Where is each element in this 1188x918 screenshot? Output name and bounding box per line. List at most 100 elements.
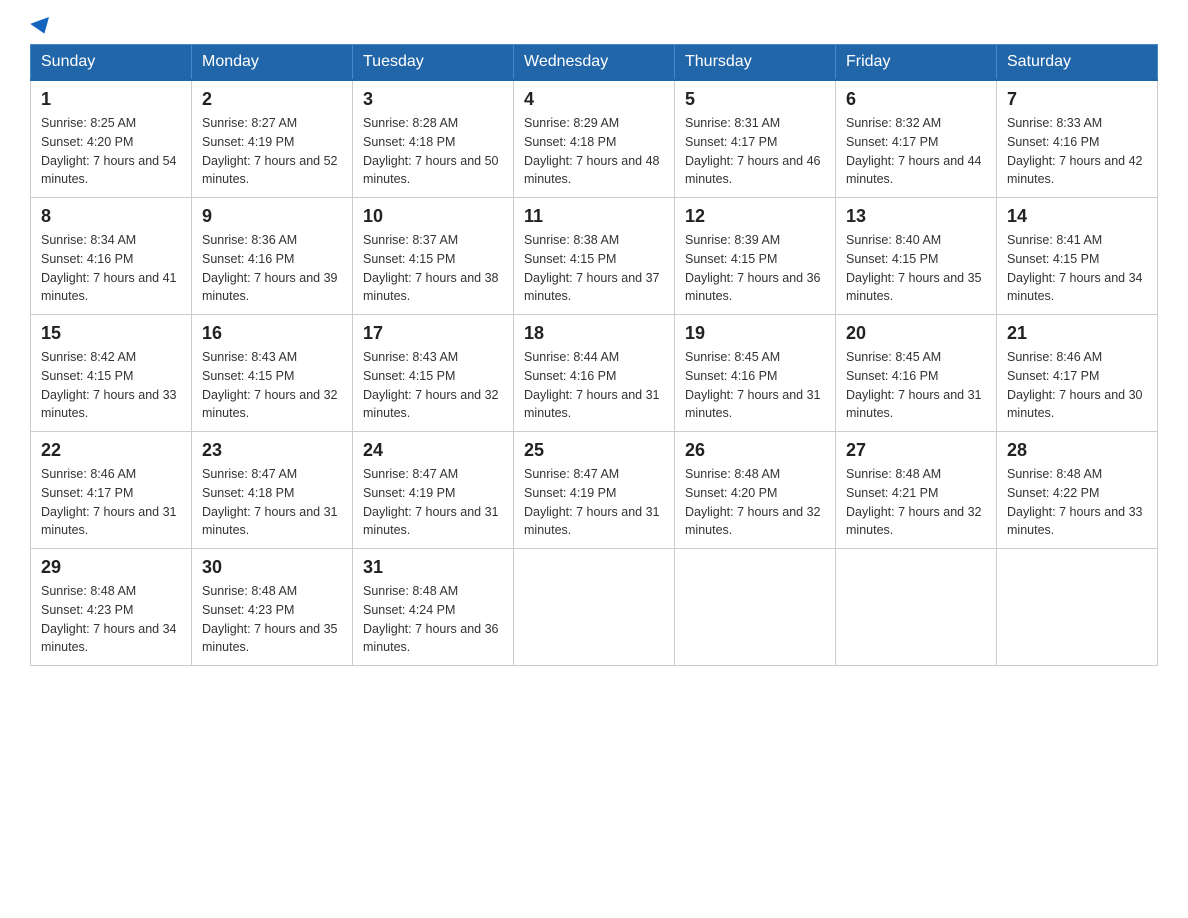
- calendar-cell: 26 Sunrise: 8:48 AMSunset: 4:20 PMDayligh…: [675, 432, 836, 549]
- day-info: Sunrise: 8:48 AMSunset: 4:23 PMDaylight:…: [41, 582, 181, 657]
- day-number: 5: [685, 89, 825, 110]
- day-info: Sunrise: 8:40 AMSunset: 4:15 PMDaylight:…: [846, 231, 986, 306]
- day-number: 9: [202, 206, 342, 227]
- day-info: Sunrise: 8:31 AMSunset: 4:17 PMDaylight:…: [685, 114, 825, 189]
- day-number: 13: [846, 206, 986, 227]
- day-info: Sunrise: 8:41 AMSunset: 4:15 PMDaylight:…: [1007, 231, 1147, 306]
- calendar-cell: 5 Sunrise: 8:31 AMSunset: 4:17 PMDaylight…: [675, 80, 836, 198]
- calendar-week-row: 15Sunrise: 8:42 AMSunset: 4:15 PMDayligh…: [31, 315, 1158, 432]
- weekday-header-friday: Friday: [836, 45, 997, 81]
- day-info: Sunrise: 8:46 AMSunset: 4:17 PMDaylight:…: [41, 465, 181, 540]
- weekday-header-saturday: Saturday: [997, 45, 1158, 81]
- day-number: 16: [202, 323, 342, 344]
- day-number: 8: [41, 206, 181, 227]
- day-info: Sunrise: 8:28 AMSunset: 4:18 PMDaylight:…: [363, 114, 503, 189]
- day-number: 26: [685, 440, 825, 461]
- day-number: 17: [363, 323, 503, 344]
- day-info: Sunrise: 8:32 AMSunset: 4:17 PMDaylight:…: [846, 114, 986, 189]
- calendar-cell: 9 Sunrise: 8:36 AMSunset: 4:16 PMDaylight…: [192, 198, 353, 315]
- day-info: Sunrise: 8:43 AMSunset: 4:15 PMDaylight:…: [363, 348, 503, 423]
- calendar-cell: 24 Sunrise: 8:47 AMSunset: 4:19 PMDayligh…: [353, 432, 514, 549]
- calendar-cell: 17 Sunrise: 8:43 AMSunset: 4:15 PMDayligh…: [353, 315, 514, 432]
- day-info: Sunrise: 8:47 AMSunset: 4:19 PMDaylight:…: [363, 465, 503, 540]
- day-number: 25: [524, 440, 664, 461]
- calendar-cell: 1 Sunrise: 8:25 AMSunset: 4:20 PMDaylight…: [31, 80, 192, 198]
- calendar-cell: [675, 549, 836, 666]
- day-number: 7: [1007, 89, 1147, 110]
- logo: [30, 20, 52, 34]
- day-info: Sunrise: 8:36 AMSunset: 4:16 PMDaylight:…: [202, 231, 342, 306]
- day-number: 24: [363, 440, 503, 461]
- calendar-cell: 10 Sunrise: 8:37 AMSunset: 4:15 PMDayligh…: [353, 198, 514, 315]
- day-info: Sunrise: 8:27 AMSunset: 4:19 PMDaylight:…: [202, 114, 342, 189]
- day-number: 4: [524, 89, 664, 110]
- calendar-cell: 19 Sunrise: 8:45 AMSunset: 4:16 PMDayligh…: [675, 315, 836, 432]
- calendar-cell: 18Sunrise: 8:44 AMSunset: 4:16 PMDayligh…: [514, 315, 675, 432]
- calendar-cell: 3Sunrise: 8:28 AMSunset: 4:18 PMDaylight…: [353, 80, 514, 198]
- calendar-cell: 21 Sunrise: 8:46 AMSunset: 4:17 PMDayligh…: [997, 315, 1158, 432]
- logo-triangle-icon: [30, 17, 54, 37]
- day-number: 10: [363, 206, 503, 227]
- calendar-cell: 2 Sunrise: 8:27 AMSunset: 4:19 PMDaylight…: [192, 80, 353, 198]
- calendar-week-row: 29 Sunrise: 8:48 AMSunset: 4:23 PMDayligh…: [31, 549, 1158, 666]
- day-info: Sunrise: 8:48 AMSunset: 4:22 PMDaylight:…: [1007, 465, 1147, 540]
- calendar-cell: 13 Sunrise: 8:40 AMSunset: 4:15 PMDayligh…: [836, 198, 997, 315]
- weekday-header-thursday: Thursday: [675, 45, 836, 81]
- day-number: 14: [1007, 206, 1147, 227]
- calendar-cell: 22 Sunrise: 8:46 AMSunset: 4:17 PMDayligh…: [31, 432, 192, 549]
- day-number: 12: [685, 206, 825, 227]
- day-number: 28: [1007, 440, 1147, 461]
- page-header: [30, 20, 1158, 34]
- day-info: Sunrise: 8:29 AMSunset: 4:18 PMDaylight:…: [524, 114, 664, 189]
- day-number: 11: [524, 206, 664, 227]
- calendar-week-row: 1 Sunrise: 8:25 AMSunset: 4:20 PMDaylight…: [31, 80, 1158, 198]
- day-info: Sunrise: 8:33 AMSunset: 4:16 PMDaylight:…: [1007, 114, 1147, 189]
- calendar-week-row: 8 Sunrise: 8:34 AMSunset: 4:16 PMDaylight…: [31, 198, 1158, 315]
- day-number: 18: [524, 323, 664, 344]
- calendar-cell: [514, 549, 675, 666]
- calendar-cell: 30 Sunrise: 8:48 AMSunset: 4:23 PMDayligh…: [192, 549, 353, 666]
- day-number: 1: [41, 89, 181, 110]
- day-info: Sunrise: 8:42 AMSunset: 4:15 PMDaylight:…: [41, 348, 181, 423]
- weekday-header-wednesday: Wednesday: [514, 45, 675, 81]
- calendar-table: SundayMondayTuesdayWednesdayThursdayFrid…: [30, 44, 1158, 666]
- day-info: Sunrise: 8:25 AMSunset: 4:20 PMDaylight:…: [41, 114, 181, 189]
- calendar-cell: 12 Sunrise: 8:39 AMSunset: 4:15 PMDayligh…: [675, 198, 836, 315]
- weekday-header-sunday: Sunday: [31, 45, 192, 81]
- calendar-cell: 29 Sunrise: 8:48 AMSunset: 4:23 PMDayligh…: [31, 549, 192, 666]
- day-info: Sunrise: 8:47 AMSunset: 4:18 PMDaylight:…: [202, 465, 342, 540]
- day-number: 2: [202, 89, 342, 110]
- day-info: Sunrise: 8:47 AMSunset: 4:19 PMDaylight:…: [524, 465, 664, 540]
- day-number: 20: [846, 323, 986, 344]
- day-number: 23: [202, 440, 342, 461]
- calendar-week-row: 22 Sunrise: 8:46 AMSunset: 4:17 PMDayligh…: [31, 432, 1158, 549]
- day-info: Sunrise: 8:45 AMSunset: 4:16 PMDaylight:…: [846, 348, 986, 423]
- day-info: Sunrise: 8:48 AMSunset: 4:23 PMDaylight:…: [202, 582, 342, 657]
- calendar-cell: 20 Sunrise: 8:45 AMSunset: 4:16 PMDayligh…: [836, 315, 997, 432]
- day-info: Sunrise: 8:38 AMSunset: 4:15 PMDaylight:…: [524, 231, 664, 306]
- day-number: 31: [363, 557, 503, 578]
- day-info: Sunrise: 8:48 AMSunset: 4:20 PMDaylight:…: [685, 465, 825, 540]
- day-info: Sunrise: 8:46 AMSunset: 4:17 PMDaylight:…: [1007, 348, 1147, 423]
- calendar-cell: 6Sunrise: 8:32 AMSunset: 4:17 PMDaylight…: [836, 80, 997, 198]
- day-info: Sunrise: 8:43 AMSunset: 4:15 PMDaylight:…: [202, 348, 342, 423]
- calendar-cell: 28 Sunrise: 8:48 AMSunset: 4:22 PMDayligh…: [997, 432, 1158, 549]
- day-info: Sunrise: 8:37 AMSunset: 4:15 PMDaylight:…: [363, 231, 503, 306]
- day-info: Sunrise: 8:39 AMSunset: 4:15 PMDaylight:…: [685, 231, 825, 306]
- calendar-cell: 16 Sunrise: 8:43 AMSunset: 4:15 PMDayligh…: [192, 315, 353, 432]
- calendar-cell: [997, 549, 1158, 666]
- weekday-header-monday: Monday: [192, 45, 353, 81]
- day-number: 19: [685, 323, 825, 344]
- weekday-header-row: SundayMondayTuesdayWednesdayThursdayFrid…: [31, 45, 1158, 81]
- day-number: 30: [202, 557, 342, 578]
- calendar-cell: 7 Sunrise: 8:33 AMSunset: 4:16 PMDaylight…: [997, 80, 1158, 198]
- day-number: 27: [846, 440, 986, 461]
- day-number: 21: [1007, 323, 1147, 344]
- day-info: Sunrise: 8:34 AMSunset: 4:16 PMDaylight:…: [41, 231, 181, 306]
- calendar-cell: 31Sunrise: 8:48 AMSunset: 4:24 PMDayligh…: [353, 549, 514, 666]
- day-number: 22: [41, 440, 181, 461]
- calendar-cell: 15Sunrise: 8:42 AMSunset: 4:15 PMDayligh…: [31, 315, 192, 432]
- day-info: Sunrise: 8:45 AMSunset: 4:16 PMDaylight:…: [685, 348, 825, 423]
- day-number: 29: [41, 557, 181, 578]
- calendar-cell: 14 Sunrise: 8:41 AMSunset: 4:15 PMDayligh…: [997, 198, 1158, 315]
